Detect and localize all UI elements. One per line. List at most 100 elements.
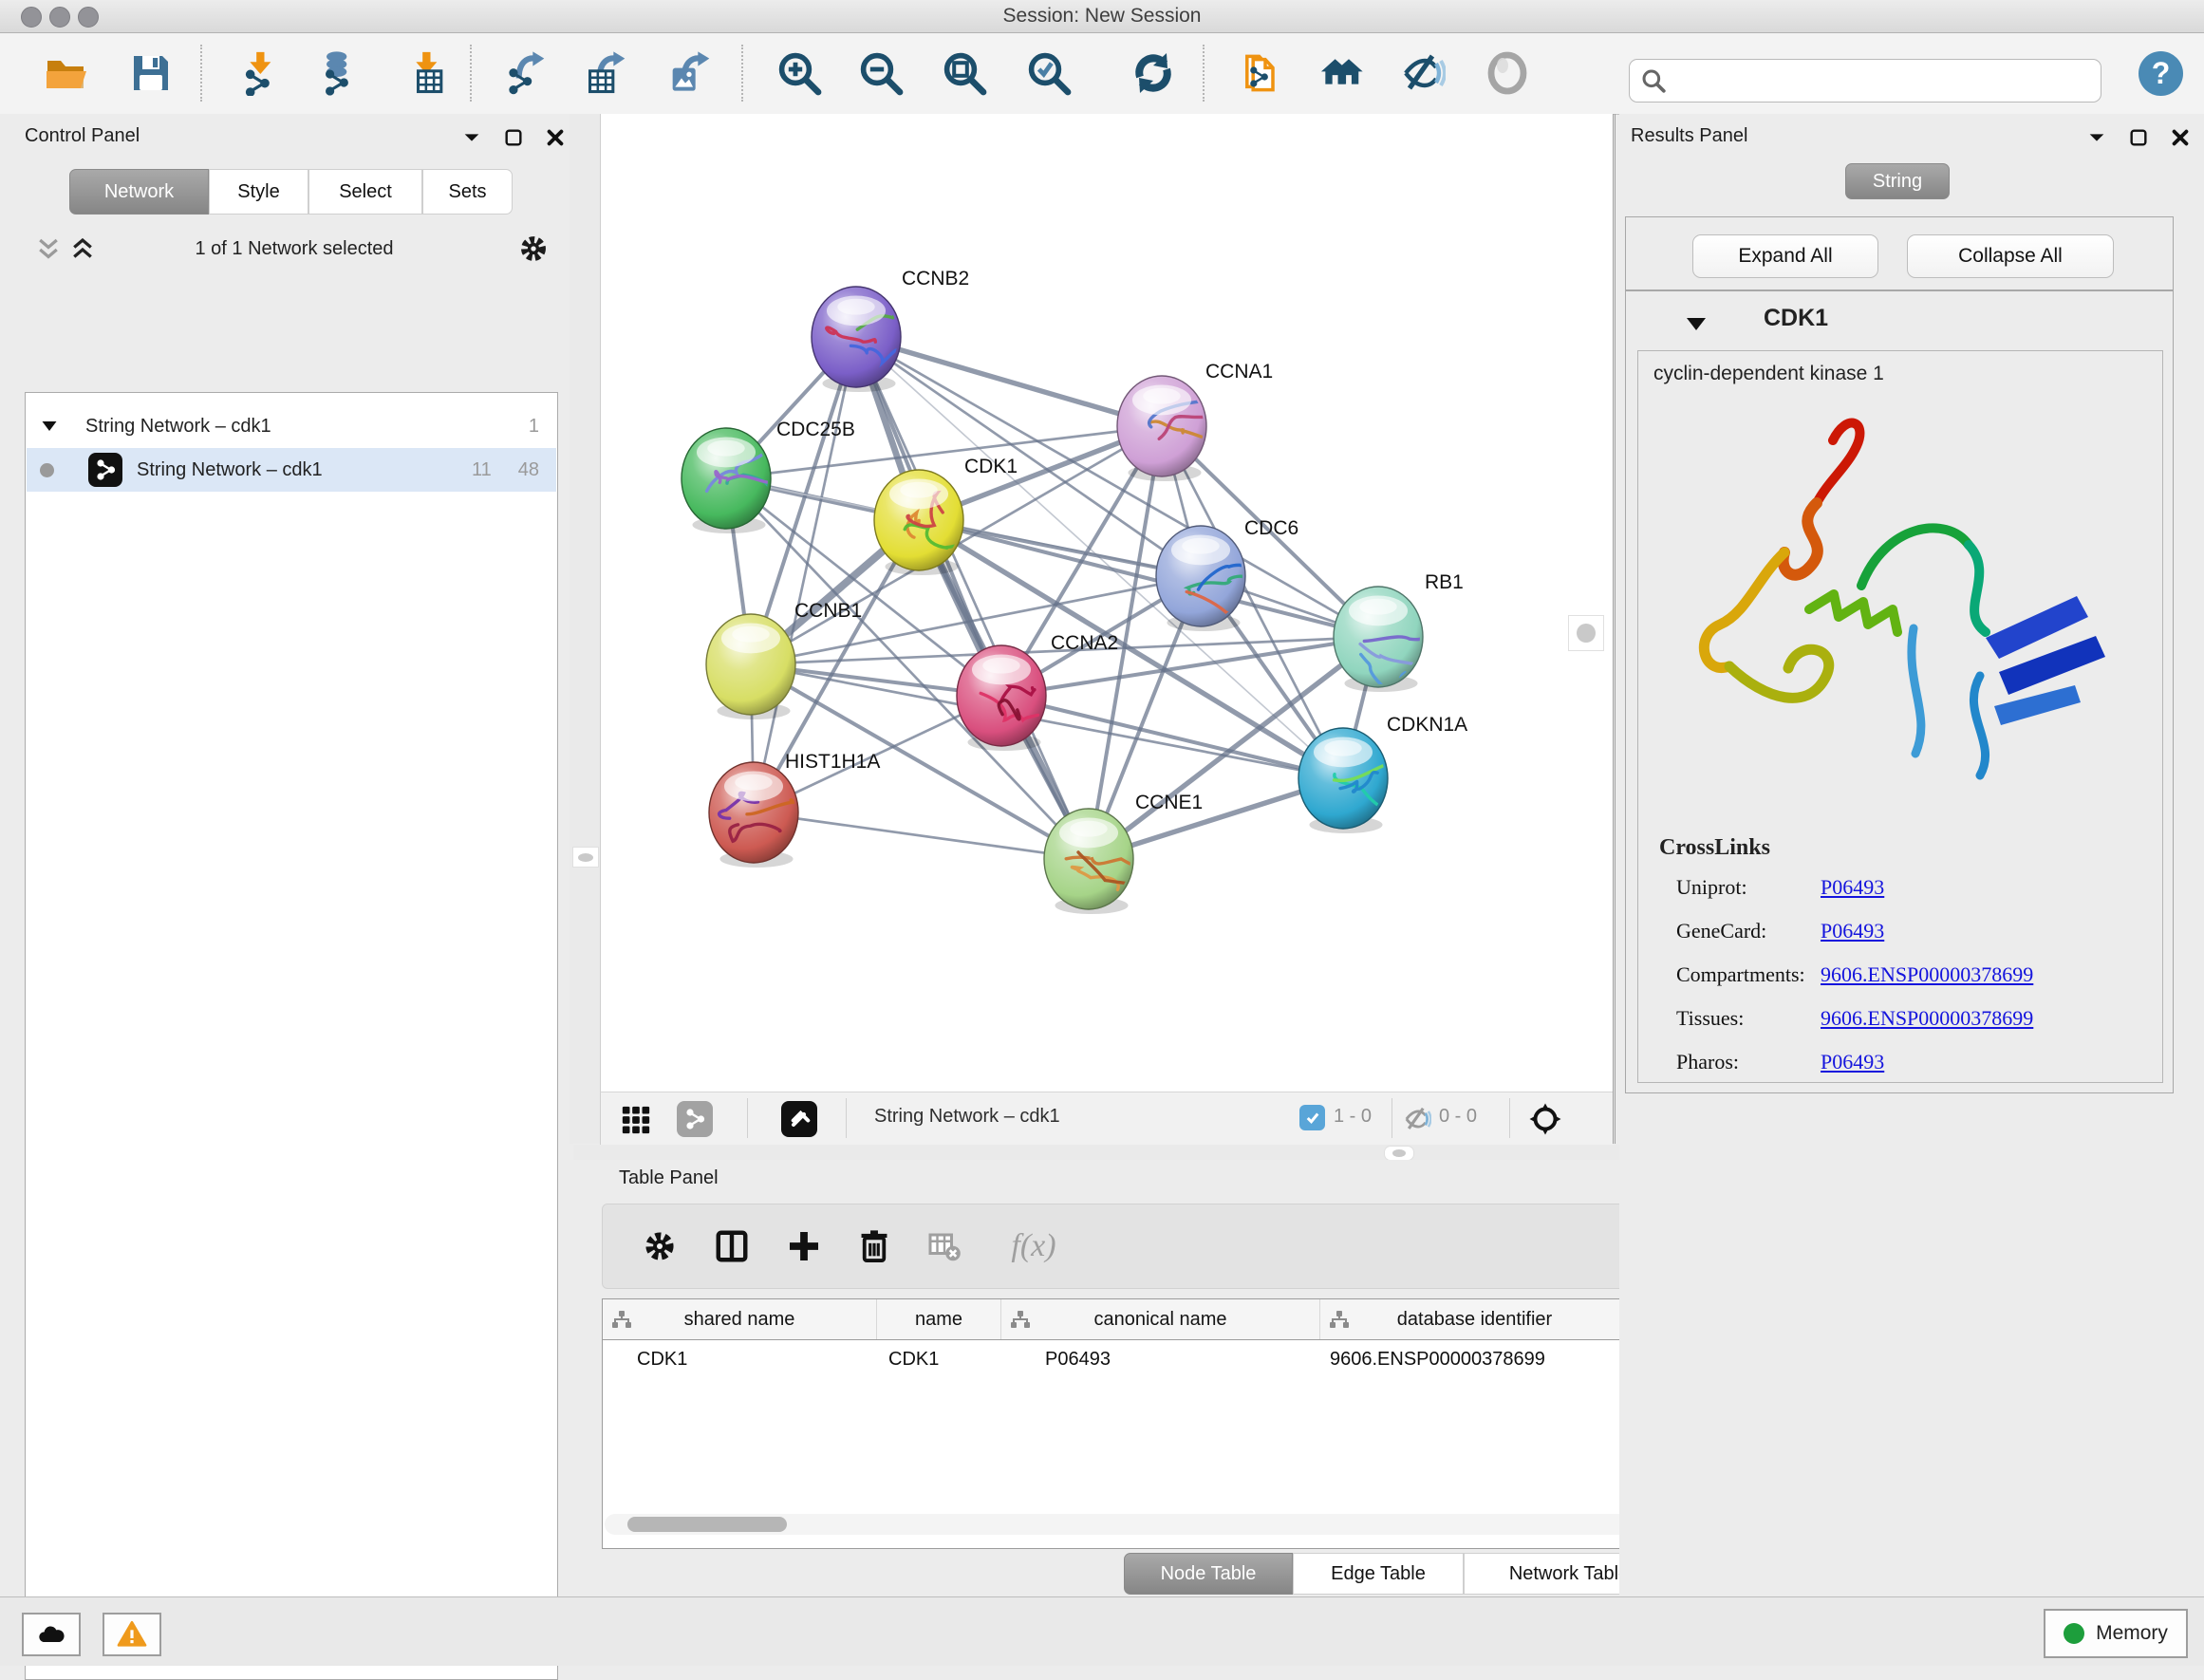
node-label-RB1: RB1	[1425, 571, 1464, 593]
tab-network[interactable]: Network	[69, 169, 209, 215]
tab-string[interactable]: String	[1845, 163, 1950, 199]
selected-checkbox[interactable]	[1299, 1105, 1325, 1130]
clone-network-icon	[1235, 50, 1280, 96]
edge-HIST1H1A-CCNE1[interactable]	[754, 812, 1089, 859]
clone-network-button[interactable]	[1233, 47, 1282, 99]
network-canvas[interactable]: CCNB2CCNA1CDC25BCDK1CDC6RB1CCNB1CCNA2CDK…	[600, 114, 1613, 1092]
node-CCNB2[interactable]	[812, 287, 918, 392]
column-header-canonical-name[interactable]: canonical name	[1001, 1299, 1320, 1339]
node-RB1[interactable]	[1334, 587, 1475, 692]
open-session-button[interactable]	[42, 47, 91, 99]
apply-layout-button[interactable]	[1129, 47, 1178, 99]
zoom-selected-button[interactable]	[1024, 47, 1074, 99]
panel-menu-icon[interactable]	[2086, 127, 2107, 148]
crosslink-value[interactable]: 9606.ENSP00000378699	[1821, 962, 2033, 987]
panel-menu-icon[interactable]	[461, 127, 482, 148]
entry-expander-icon[interactable]	[1685, 314, 1708, 333]
expand-all-icon[interactable]	[68, 235, 97, 264]
create-column-button[interactable]	[781, 1223, 827, 1269]
right-splitter[interactable]	[1613, 114, 1616, 1144]
network-view-toolbar: String Network – cdk1 1 - 0 0 - 0	[600, 1092, 1613, 1146]
table-cell[interactable]: 9606.ENSP00000378699	[1320, 1339, 1639, 1379]
results-panel-header-icons	[2086, 127, 2191, 148]
zoom-in-button[interactable]	[775, 47, 824, 99]
help-button[interactable]: ?	[2139, 51, 2183, 96]
eye-disabled-icon	[1485, 50, 1530, 96]
tree-expander-icon[interactable]	[40, 417, 59, 436]
node-CCNE1[interactable]	[1044, 809, 1157, 914]
table-cell[interactable]: CDK1	[603, 1339, 911, 1379]
edge-CDK1-RB1[interactable]	[919, 520, 1378, 637]
bottom-splitter-handle[interactable]	[1384, 1146, 1414, 1161]
export-image-button[interactable]	[664, 47, 714, 99]
birdseye-target-icon[interactable]	[1528, 1102, 1562, 1136]
node-HIST1H1A[interactable]	[709, 762, 824, 868]
tab-sets[interactable]: Sets	[422, 169, 513, 215]
entry-detail-box: cyclin-dependent kinase 1 C	[1637, 350, 2163, 1083]
window-title: Session: New Session	[0, 5, 2204, 28]
left-splitter[interactable]	[570, 114, 600, 1144]
collapse-all-icon[interactable]	[34, 235, 63, 264]
panel-close-icon[interactable]	[545, 127, 566, 148]
hide-selected-button[interactable]	[1398, 47, 1448, 99]
zoom-fit-button[interactable]	[940, 47, 989, 99]
edge-CCNB2-CCNA1[interactable]	[856, 337, 1162, 426]
gene-name: CDK1	[1764, 305, 1828, 332]
right-splitter-handle[interactable]	[1568, 615, 1604, 651]
column-header-shared-name[interactable]: shared name	[603, 1299, 877, 1339]
export-table-button[interactable]	[580, 47, 629, 99]
node-CDK1[interactable]	[874, 470, 963, 575]
toolbar-search[interactable]	[1629, 59, 2101, 103]
import-network-file-button[interactable]	[234, 47, 284, 99]
crosslink-value[interactable]: P06493	[1821, 919, 1884, 943]
crosslink-value[interactable]: P06493	[1821, 875, 1884, 900]
panel-float-icon[interactable]	[503, 127, 524, 148]
panel-float-icon[interactable]	[2128, 127, 2149, 148]
network-collection-row[interactable]: String Network – cdk1 1	[27, 404, 556, 448]
edge-CCNB2-HIST1H1A[interactable]	[754, 337, 856, 812]
crosslink-value[interactable]: P06493	[1821, 1050, 1884, 1074]
search-input[interactable]	[1673, 62, 2101, 100]
check-icon	[1304, 1110, 1321, 1127]
crosslink-value[interactable]: 9606.ENSP00000378699	[1821, 1006, 2033, 1031]
show-columns-button[interactable]	[709, 1223, 755, 1269]
tab-edge-table[interactable]: Edge Table	[1293, 1553, 1464, 1595]
column-header-database-identifier[interactable]: database identifier	[1320, 1299, 1630, 1339]
node-CCNA1[interactable]	[1117, 376, 1243, 481]
table-cell[interactable]: CDK1	[877, 1339, 1013, 1379]
table-settings-button[interactable]	[637, 1223, 682, 1269]
network-graph[interactable]: CCNB2CCNA1CDC25BCDK1CDC6RB1CCNB1CCNA2CDK…	[601, 114, 1613, 1092]
hidden-eye-icon	[1403, 1105, 1431, 1133]
open-in-window-button[interactable]	[781, 1101, 817, 1137]
collapse-all-button[interactable]: Collapse All	[1907, 234, 2114, 278]
node-CDC25B[interactable]	[682, 428, 781, 533]
show-hidden-button[interactable]	[1483, 47, 1532, 99]
network-options-gear-icon[interactable]	[518, 233, 549, 264]
zoom-out-icon	[858, 50, 904, 96]
grid-view-icon[interactable]	[620, 1104, 652, 1136]
edge-CCNB2-CCNE1[interactable]	[856, 337, 1089, 859]
expand-all-button[interactable]: Expand All	[1692, 234, 1878, 278]
zoom-out-button[interactable]	[856, 47, 906, 99]
import-table-button[interactable]	[401, 47, 450, 99]
network-row-selected[interactable]: String Network – cdk1 11 48	[27, 448, 556, 492]
node-CCNB1[interactable]	[706, 614, 795, 719]
show-all-networks-button[interactable]	[1317, 47, 1366, 99]
export-network-button[interactable]	[499, 47, 549, 99]
warnings-button[interactable]	[103, 1613, 161, 1656]
cloud-status-button[interactable]	[22, 1613, 81, 1656]
tab-select[interactable]: Select	[308, 169, 422, 215]
memory-button[interactable]: Memory	[2044, 1609, 2188, 1658]
save-session-button[interactable]	[126, 47, 176, 99]
node-CDKN1A[interactable]	[1298, 728, 1447, 833]
protein-structure-image[interactable]	[1667, 401, 2132, 818]
tab-style[interactable]: Style	[209, 169, 308, 215]
column-header-name[interactable]: name	[877, 1299, 1001, 1339]
table-cell[interactable]: P06493	[1001, 1339, 1364, 1379]
panel-close-icon[interactable]	[2170, 127, 2191, 148]
tab-node-table[interactable]: Node Table	[1124, 1553, 1293, 1595]
import-network-database-button[interactable]	[313, 47, 363, 99]
scrollbar-thumb[interactable]	[627, 1517, 787, 1532]
delete-column-button[interactable]	[851, 1223, 897, 1269]
left-splitter-handle[interactable]	[572, 847, 599, 868]
